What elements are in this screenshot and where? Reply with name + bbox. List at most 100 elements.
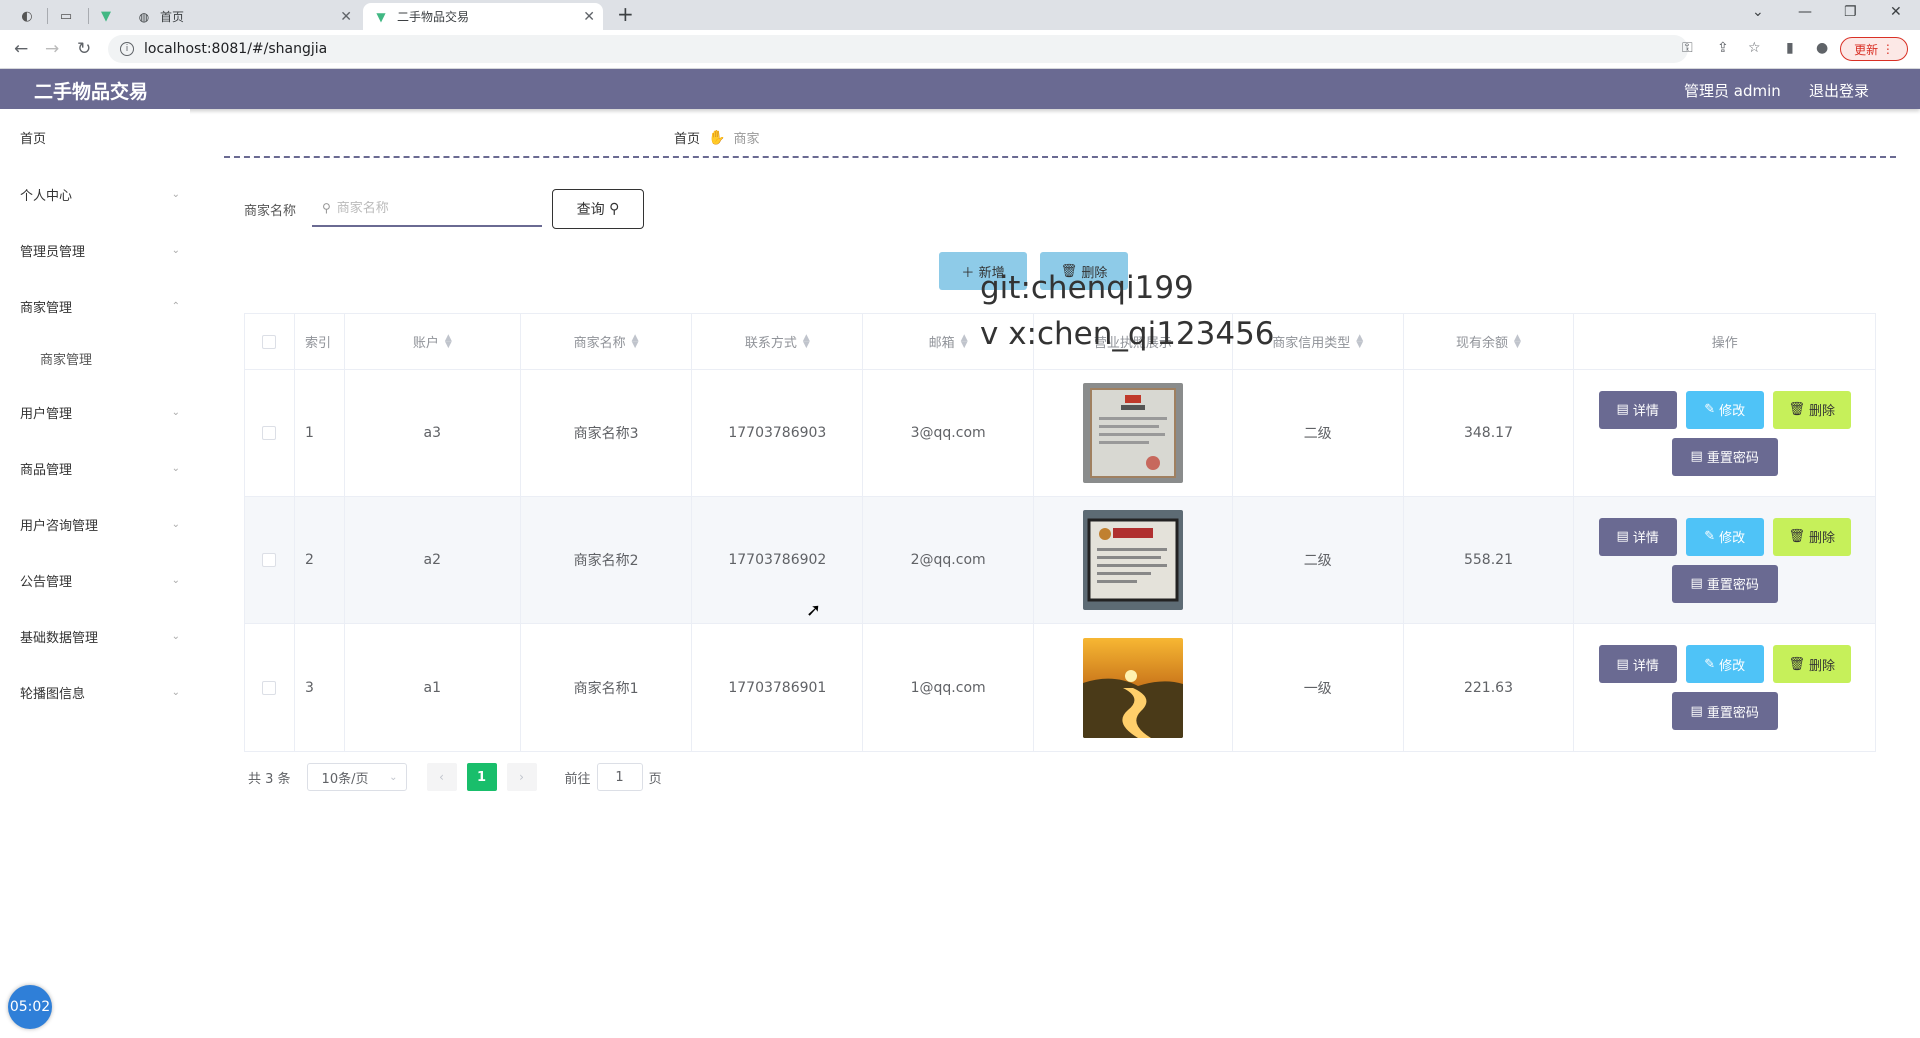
trash-icon: 🗑 — [1788, 529, 1805, 544]
chevron-down-icon: ⌄ — [171, 244, 180, 256]
reset-password-button[interactable]: ▤ 重置密码 — [1671, 437, 1778, 476]
breadcrumb-home[interactable]: 首页 — [674, 128, 700, 147]
row-checkbox[interactable] — [262, 426, 277, 440]
sidebar-item-consult[interactable]: 用户咨询管理 ⌄ — [20, 512, 180, 536]
header-account[interactable]: 账户 ▲ ▼ — [345, 314, 521, 369]
restore-icon[interactable]: ❐ — [1844, 4, 1857, 20]
sidebar-item-notice[interactable]: 公告管理 ⌄ — [20, 568, 180, 592]
vue-icon[interactable]: ▼ — [95, 5, 117, 27]
header-credit[interactable]: 商家信用类型 ▲ ▼ — [1233, 314, 1404, 369]
sort-icon[interactable]: ▲ ▼ — [632, 333, 639, 349]
reset-password-button[interactable]: ▤ 重置密码 — [1671, 692, 1778, 730]
delete-button[interactable]: 🗑 删除 — [1772, 645, 1851, 683]
share-icon[interactable]: ⇪ — [1717, 40, 1729, 56]
prev-page-button[interactable]: ‹ — [426, 763, 457, 791]
batch-delete-button[interactable]: 🗑 删除 — [1040, 252, 1128, 290]
page-number[interactable]: 1 — [466, 763, 497, 791]
header-name[interactable]: 商家名称 ▲ ▼ — [521, 314, 693, 369]
key-icon[interactable]: ⚿ — [1682, 40, 1693, 56]
sort-icon[interactable]: ▲ ▼ — [961, 333, 968, 349]
delete-button[interactable]: 🗑 删除 — [1772, 390, 1851, 429]
sort-icon[interactable]: ▲ ▼ — [445, 333, 452, 349]
tab-label: 二手物品交易 — [397, 10, 470, 24]
back-icon[interactable]: ← — [14, 39, 28, 59]
cell-actions: ▤ 详情 ✎ 修改 🗑 删除 ▤ 重置密码 — [1574, 370, 1875, 496]
sidebar-item-profile[interactable]: 个人中心 ⌄ — [20, 182, 180, 206]
edit-button[interactable]: ✎ 修改 — [1685, 645, 1764, 683]
minimize-icon[interactable]: — — [1798, 4, 1812, 20]
sort-icon[interactable]: ▲ ▼ — [1356, 333, 1363, 349]
goto-label: 前往 — [564, 771, 591, 787]
header-phone[interactable]: 联系方式 ▲ ▼ — [692, 314, 864, 369]
page-size-select[interactable]: 10条/页 ⌄ — [306, 763, 407, 791]
delete-label: 删除 — [1808, 404, 1835, 419]
edit-button[interactable]: ✎ 修改 — [1685, 517, 1764, 556]
sidebar-item-merchant[interactable]: 商家管理 ⌃ — [20, 294, 180, 318]
edit-label: 修改 — [1719, 531, 1746, 546]
header-label: 账户 — [412, 336, 439, 351]
sidebar-item-goods[interactable]: 商品管理 ⌄ — [20, 456, 180, 480]
star-icon[interactable]: ☆ — [1748, 40, 1761, 56]
info-icon[interactable]: i — [120, 42, 134, 56]
sidebar-item-basedata[interactable]: 基础数据管理 ⌄ — [20, 624, 180, 648]
table-header: 索引 账户 ▲ ▼ 商家名称 ▲ ▼ 联系方式 ▲ ▼ 邮箱 ▲ ▼ 营业执照展示 商家信用类型… — [245, 314, 1875, 370]
detail-label: 详情 — [1632, 531, 1659, 546]
cell-account: a2 — [345, 497, 521, 623]
search-field[interactable]: ⚲ — [312, 191, 542, 227]
tab-home[interactable]: ◍ 首页 ✕ — [126, 3, 360, 30]
license-image[interactable] — [1082, 510, 1183, 610]
close-icon[interactable]: ✕ — [583, 9, 595, 25]
query-button[interactable]: 查询 ⚲ — [552, 189, 644, 229]
sidebar-item-label: 轮播图信息 — [20, 686, 86, 702]
license-image[interactable] — [1082, 383, 1183, 483]
vue-icon: ▼ — [376, 9, 386, 24]
detail-button[interactable]: ▤ 详情 — [1598, 390, 1677, 429]
tab-active[interactable]: ▼ 二手物品交易 ✕ — [363, 3, 603, 30]
detail-button[interactable]: ▤ 详情 — [1598, 517, 1677, 556]
sort-icon[interactable]: ▲ ▼ — [1514, 333, 1521, 349]
tab-search-icon[interactable]: ⌄ — [1752, 4, 1764, 20]
landscape-image[interactable] — [1082, 637, 1183, 738]
add-button[interactable]: ＋ 新增 — [939, 252, 1027, 290]
url-field[interactable]: i localhost:8081/#/shangjia — [108, 35, 1688, 63]
sidebar-item-admin[interactable]: 管理员管理 ⌄ — [20, 238, 180, 262]
delete-button[interactable]: 🗑 删除 — [1772, 517, 1851, 556]
header-balance[interactable]: 现有余额 ▲ ▼ — [1404, 314, 1575, 369]
logout-button[interactable]: 退出登录 — [1809, 80, 1869, 101]
blank-page-icon[interactable]: ▭ — [55, 5, 77, 27]
reload-icon[interactable]: ↻ — [77, 39, 91, 59]
sidepanel-icon[interactable]: ▮ — [1786, 40, 1794, 56]
close-window-icon[interactable]: ✕ — [1890, 4, 1902, 20]
browser-tabbar: ◐ ▭ ▼ ◍ 首页 ✕ ▼ 二手物品交易 ✕ + ⌄ — ❐ ✕ — [0, 0, 1920, 30]
detail-button[interactable]: ▤ 详情 — [1598, 645, 1677, 683]
sidebar: 首页 个人中心 ⌄ 管理员管理 ⌄ 商家管理 ⌃ 商家管理 用户管理 ⌄ 商品管理 ⌄ 用… — [0, 109, 190, 1038]
select-all-checkbox[interactable] — [262, 334, 277, 349]
table-row: 3 a1 商家名称1 17703786901 1@qq.com 一级 221.6… — [245, 624, 1875, 751]
forward-icon[interactable]: → — [45, 39, 59, 59]
sidebar-item-home[interactable]: 首页 — [20, 125, 180, 149]
recording-timer[interactable]: 05:02 — [8, 985, 52, 1029]
edit-button[interactable]: ✎ 修改 — [1685, 390, 1764, 429]
url-text: localhost:8081/#/shangjia — [144, 41, 328, 57]
document-icon: ▤ — [1616, 402, 1629, 417]
new-tab-icon[interactable]: + — [617, 2, 634, 26]
sidebar-item-carousel[interactable]: 轮播图信息 ⌄ — [20, 680, 180, 704]
row-checkbox[interactable] — [262, 553, 277, 567]
chevron-down-icon: ⌄ — [171, 188, 180, 200]
cell-account: a3 — [345, 370, 521, 496]
profile-icon[interactable]: ● — [1816, 40, 1828, 56]
trash-icon: 🗑 — [1788, 656, 1805, 672]
next-page-button[interactable]: › — [506, 763, 537, 791]
reset-password-button[interactable]: ▤ 重置密码 — [1671, 564, 1778, 603]
sidebar-item-users[interactable]: 用户管理 ⌄ — [20, 400, 180, 424]
close-icon[interactable]: ✕ — [340, 9, 352, 25]
row-checkbox[interactable] — [262, 680, 277, 695]
update-button[interactable]: 更新 ⋮ — [1840, 37, 1908, 61]
header-email[interactable]: 邮箱 ▲ ▼ — [863, 314, 1035, 369]
github-icon[interactable]: ◐ — [16, 5, 38, 27]
sort-icon[interactable]: ▲ ▼ — [803, 333, 810, 349]
sidebar-subitem-merchant[interactable]: 商家管理 — [40, 349, 92, 368]
goto-page-input[interactable]: 1 — [596, 763, 643, 791]
reset-label: 重置密码 — [1706, 451, 1759, 466]
search-input[interactable] — [336, 200, 527, 216]
